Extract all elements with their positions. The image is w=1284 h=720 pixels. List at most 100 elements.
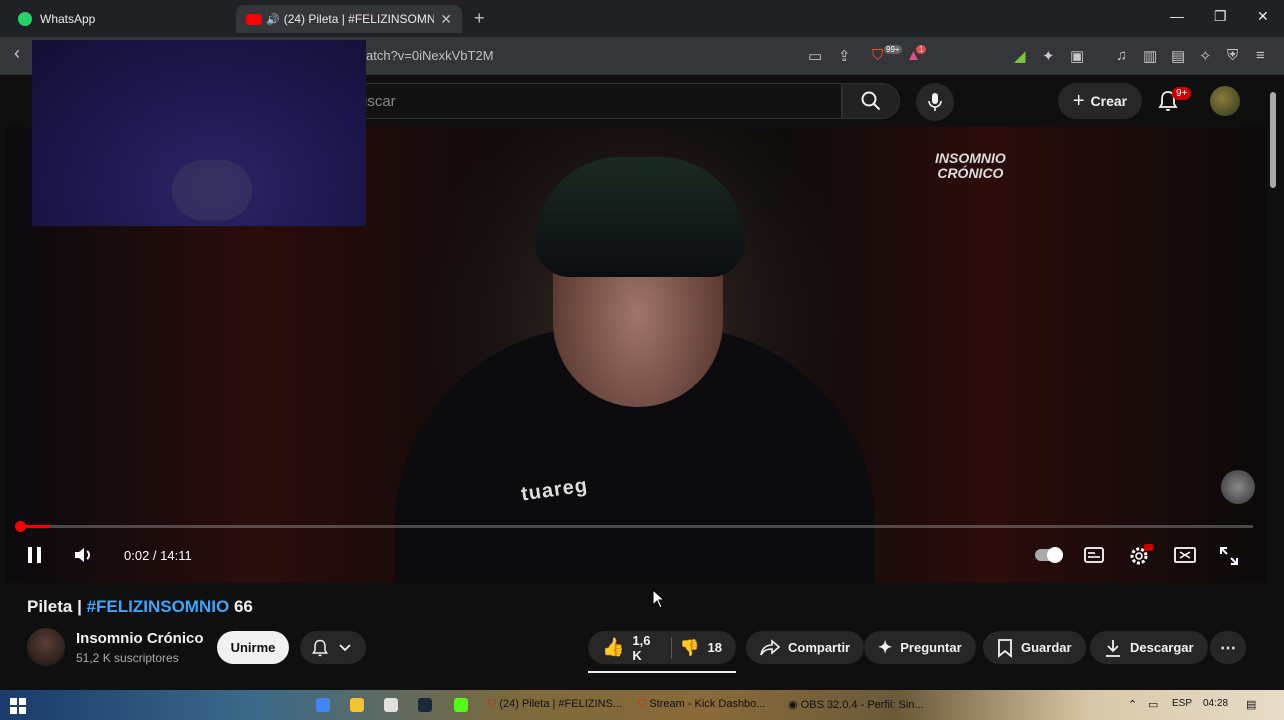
back-icon[interactable]: ‹ — [14, 43, 20, 64]
address-bar[interactable]: atch?v=0iNexkVbT2M — [366, 48, 494, 63]
minimize-icon[interactable]: — — [1170, 8, 1184, 24]
divider — [670, 636, 672, 659]
microphone-icon — [928, 93, 942, 111]
menu-icon[interactable]: ≡ — [1256, 47, 1265, 64]
page-scrollbar[interactable] — [1270, 92, 1276, 188]
windows-start-icon[interactable] — [10, 698, 26, 714]
channel-watermark-logo: INSOMNIO CRÓNICO — [935, 150, 1006, 181]
subscriber-count: 51,2 K suscriptores — [76, 651, 179, 665]
leo-icon[interactable]: ✧ — [1199, 47, 1212, 65]
kick-taskbar-icon[interactable] — [454, 698, 468, 712]
rewards-badge: 1 — [916, 45, 927, 54]
shield-badge: 99+ — [884, 45, 902, 54]
download-icon — [1106, 639, 1120, 657]
browser-tab-strip: WhatsApp 🔊 (24) Pileta | #FELIZINSOMNIO … — [0, 0, 1284, 37]
wallet-icon[interactable]: ▤ — [1171, 47, 1185, 65]
tab-youtube[interactable]: 🔊 (24) Pileta | #FELIZINSOMNIO ✕ — [236, 5, 462, 33]
obs-icon: ◉ — [788, 699, 798, 711]
tab-title: (24) Pileta | #FELIZINSOMNIO — [283, 12, 435, 26]
tab-whatsapp[interactable]: WhatsApp — [8, 5, 233, 33]
notifications-center-icon[interactable]: ▤ — [1246, 698, 1256, 711]
like-dislike-group: 👍 1,6 K 👎 18 — [588, 631, 736, 664]
chevron-down-icon — [339, 643, 351, 651]
taskbar-kick-window[interactable]: ⛉ Stream - Kick Dashbo... — [638, 698, 765, 711]
cast-icon[interactable]: ▭ — [808, 47, 822, 65]
search-icon — [861, 91, 881, 111]
language-indicator[interactable]: ESP — [1172, 698, 1192, 709]
webcam-overlay — [32, 40, 366, 226]
volume-icon[interactable] — [72, 544, 94, 566]
share-page-icon[interactable]: ⇪ — [838, 47, 851, 65]
steam-taskbar-icon[interactable] — [418, 698, 432, 712]
screenshot-icon[interactable]: ▣ — [1070, 47, 1084, 65]
whatsapp-icon — [18, 12, 32, 26]
extensions-icon[interactable]: ✦ — [1042, 47, 1055, 65]
account-avatar[interactable] — [1210, 86, 1240, 116]
search-input[interactable]: uscar — [340, 83, 842, 119]
like-count[interactable]: 1,6 K — [632, 633, 662, 663]
dislike-count[interactable]: 18 — [708, 640, 722, 655]
new-tab-button[interactable]: + — [474, 8, 485, 29]
autoplay-toggle-icon[interactable] — [1034, 546, 1064, 564]
video-frame-hair — [535, 157, 745, 277]
join-button[interactable]: Unirme — [217, 631, 289, 664]
progress-scrubber[interactable] — [15, 521, 26, 532]
dislike-icon[interactable]: 👎 — [680, 638, 700, 658]
tab-title: WhatsApp — [40, 12, 96, 26]
hashtag-link[interactable]: #FELIZINSOMNIO — [87, 597, 230, 616]
ask-button[interactable]: ✦ Preguntar — [864, 631, 976, 664]
bell-icon — [311, 639, 329, 656]
music-icon[interactable]: ♫ — [1116, 47, 1127, 64]
share-arrow-icon — [760, 638, 780, 655]
app-taskbar-icon[interactable] — [384, 698, 398, 712]
channel-name[interactable]: Insomnio Crónico — [76, 630, 204, 647]
video-title: Pileta | #FELIZINSOMNIO 66 — [27, 597, 253, 616]
plus-icon: + — [1072, 89, 1085, 112]
taskbar-brave-window[interactable]: ⛉ (24) Pileta | #FELIZINS... — [488, 698, 622, 711]
search-button[interactable] — [842, 83, 900, 119]
theater-mode-icon[interactable] — [1173, 545, 1197, 565]
subscribe-bell-button[interactable] — [300, 631, 366, 664]
channel-branding-watermark[interactable] — [1221, 470, 1255, 504]
progress-bar[interactable] — [19, 525, 1253, 528]
create-label: Crear — [1090, 93, 1128, 109]
voice-search-button[interactable] — [916, 83, 954, 121]
youtube-icon — [246, 13, 262, 25]
download-button[interactable]: Descargar — [1090, 631, 1208, 664]
brave-icon: ⛉ — [638, 698, 647, 710]
save-button[interactable]: Guardar — [983, 631, 1086, 664]
create-button[interactable]: + Crear — [1058, 83, 1142, 119]
clock[interactable]: 04:28 — [1203, 698, 1228, 709]
network-icon[interactable]: ▭ — [1148, 698, 1158, 711]
notification-badge: 9+ — [1172, 87, 1192, 100]
channel-avatar[interactable] — [27, 628, 65, 666]
brave-shield-icon[interactable]: ⛉ — [872, 47, 883, 64]
explorer-taskbar-icon[interactable] — [350, 698, 364, 712]
close-window-icon[interactable]: ✕ — [1257, 8, 1269, 25]
sparkle-icon: ✦ — [878, 637, 893, 657]
like-underline — [588, 671, 736, 673]
like-icon[interactable]: 👍 — [602, 637, 624, 658]
more-actions-button[interactable]: ⋯ — [1210, 631, 1246, 664]
taskbar-obs-window[interactable]: ◉ OBS 32.0.4 - Perfil: Sin... — [788, 698, 924, 711]
speaker-icon: 🔊 — [266, 13, 280, 26]
windows-taskbar: ⛉ (24) Pileta | #FELIZINS... ⛉ Stream - … — [0, 690, 1284, 720]
tray-chevron-icon[interactable]: ⌃ — [1128, 698, 1137, 711]
bookmark-icon — [998, 638, 1012, 658]
more-horizontal-icon: ⋯ — [1220, 639, 1236, 657]
chrome-taskbar-icon[interactable] — [316, 698, 330, 712]
sidebar-icon[interactable]: ▥ — [1143, 47, 1157, 65]
signal-icon[interactable]: ◢ — [1014, 47, 1026, 65]
close-tab-icon[interactable]: ✕ — [440, 11, 452, 28]
settings-gear-icon[interactable] — [1128, 543, 1154, 567]
vpn-icon[interactable]: ⛨ — [1227, 47, 1238, 64]
brave-icon: ⛉ — [488, 698, 497, 710]
time-display: 0:02 / 14:11 — [124, 548, 192, 563]
share-button[interactable]: Compartir — [746, 631, 865, 664]
pause-icon[interactable] — [25, 544, 45, 566]
restore-icon[interactable]: ❐ — [1214, 8, 1227, 25]
mouse-cursor-icon — [652, 589, 666, 609]
subtitles-icon[interactable] — [1083, 545, 1105, 565]
webcam-person — [172, 160, 252, 220]
fullscreen-icon[interactable] — [1218, 545, 1240, 567]
